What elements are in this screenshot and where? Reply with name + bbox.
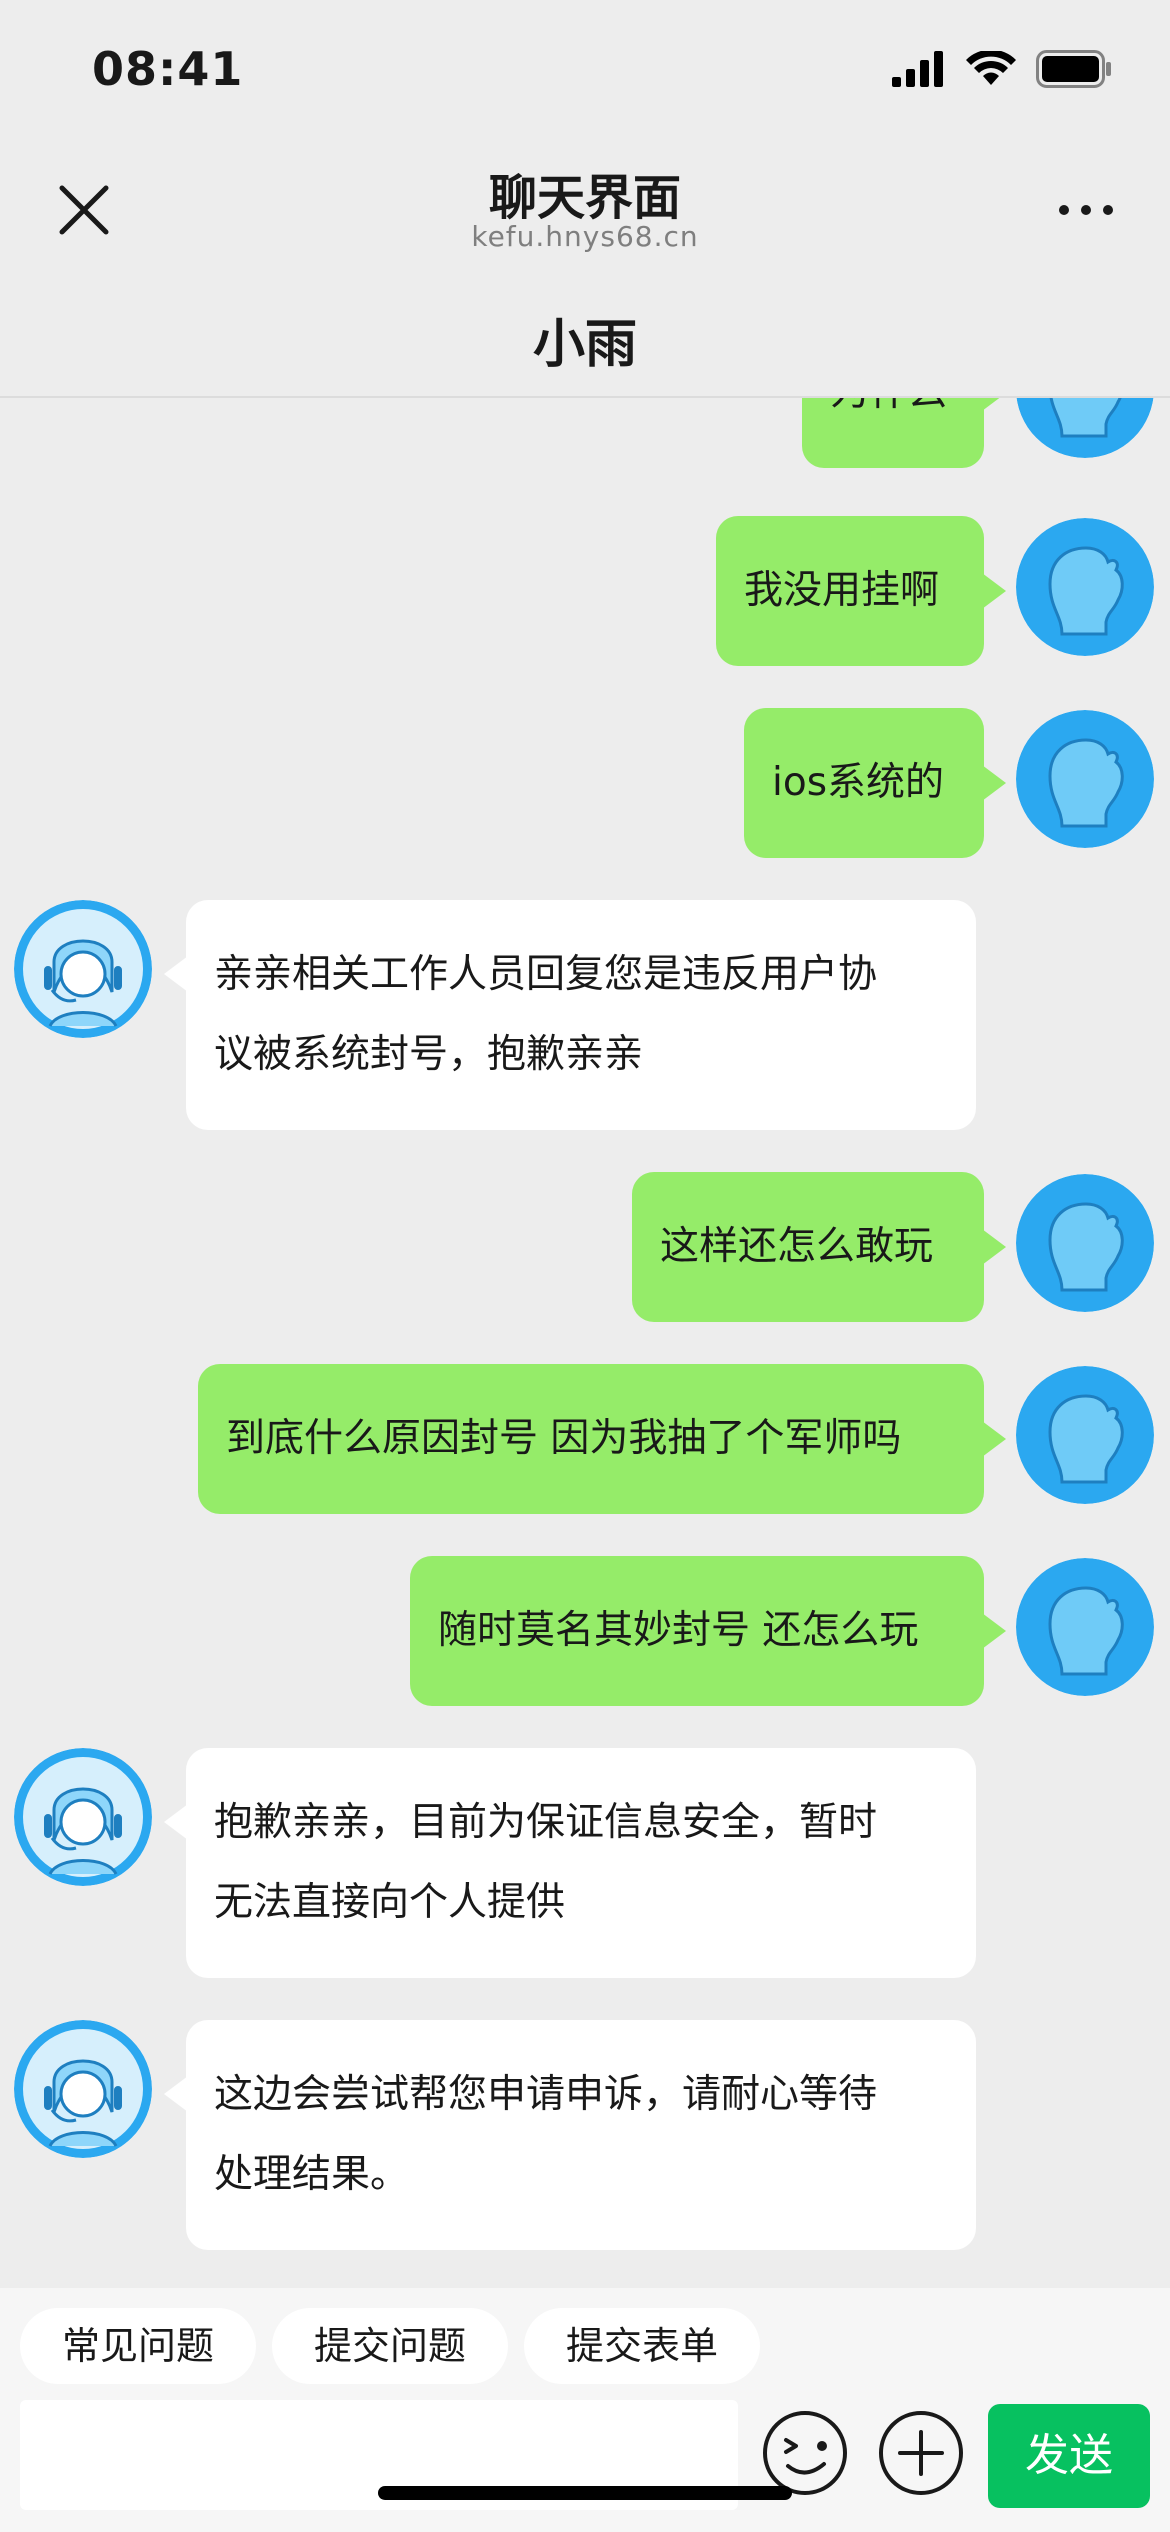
chat-header: 小雨 [0, 270, 1170, 398]
quick-action-submit-form[interactable]: 提交表单 [524, 2308, 761, 2384]
home-indicator [378, 2486, 792, 2500]
wifi-icon [966, 51, 1016, 85]
status-time: 08:41 [92, 42, 244, 96]
more-icon[interactable] [1054, 178, 1118, 242]
signal-icon [892, 51, 943, 87]
message-bubble[interactable]: 这样还怎么敢玩 [632, 1172, 1006, 1322]
chat-messages[interactable]: 为什么 我没用挂啊 ios系统的 亲亲相关工作人员回复您是违反用户协 议被系统封… [0, 398, 1170, 2288]
agent-avatar-icon [14, 900, 152, 1038]
message-bubble[interactable]: ios系统的 [744, 708, 1006, 858]
message-bubble[interactable]: 亲亲相关工作人员回复您是违反用户协 议被系统封号，抱歉亲亲 [164, 900, 976, 1130]
agent-avatar-icon [14, 2020, 152, 2158]
message-user: 为什么 [0, 398, 1170, 468]
message-bubble[interactable]: 我没用挂啊 [716, 516, 1006, 666]
message-bubble[interactable]: 抱歉亲亲，目前为保证信息安全，暂时 无法直接向个人提供 [164, 1748, 976, 1978]
user-avatar-icon [1016, 1558, 1154, 1696]
message-line: 这边会尝试帮您申请申诉，请耐心等待 [214, 2072, 878, 2117]
message-agent: 亲亲相关工作人员回复您是违反用户协 议被系统封号，抱歉亲亲 [0, 900, 1170, 1130]
message-agent: 这边会尝试帮您申请申诉，请耐心等待 处理结果。 [0, 2020, 1170, 2250]
message-user: 这样还怎么敢玩 [0, 1172, 1170, 1322]
send-button[interactable]: 发送 [988, 2404, 1150, 2508]
agent-avatar-icon [14, 1748, 152, 1886]
status-bar: 08:41 [0, 0, 1170, 140]
quick-actions: 常见问题 提交问题 提交表单 [20, 2308, 761, 2384]
message-user: 到底什么原因封号 因为我抽了个军师吗 [0, 1364, 1170, 1514]
message-line: 亲亲相关工作人员回复您是违反用户协 [214, 952, 878, 997]
message-user: 我没用挂啊 [0, 516, 1170, 666]
user-avatar-icon [1016, 518, 1154, 656]
nav-bar: 聊天界面 kefu.hnys68.cn [0, 140, 1170, 270]
message-bubble[interactable]: 随时莫名其妙封号 还怎么玩 [410, 1556, 1006, 1706]
chat-contact-name: 小雨 [532, 315, 637, 375]
user-avatar-icon [1016, 398, 1154, 458]
page-url: kefu.hnys68.cn [471, 220, 699, 253]
user-avatar-icon [1016, 710, 1154, 848]
message-agent: 抱歉亲亲，目前为保证信息安全，暂时 无法直接向个人提供 [0, 1748, 1170, 1978]
status-icons [892, 50, 1112, 88]
emoji-icon[interactable] [760, 2408, 850, 2498]
message-user: ios系统的 [0, 708, 1170, 858]
message-bubble[interactable]: 为什么 [802, 398, 1006, 468]
message-line: 抱歉亲亲，目前为保证信息安全，暂时 [214, 1800, 878, 1845]
page-title: 聊天界面 [488, 170, 681, 226]
message-line: 议被系统封号，抱歉亲亲 [214, 1032, 644, 1077]
battery-icon [1036, 50, 1111, 88]
message-user: 随时莫名其妙封号 还怎么玩 [0, 1556, 1170, 1706]
user-avatar-icon [1016, 1366, 1154, 1504]
quick-action-submit-question[interactable]: 提交问题 [272, 2308, 509, 2384]
message-bubble[interactable]: 这边会尝试帮您申请申诉，请耐心等待 处理结果。 [164, 2020, 976, 2250]
user-avatar-icon [1016, 1174, 1154, 1312]
message-bubble[interactable]: 到底什么原因封号 因为我抽了个军师吗 [198, 1364, 1006, 1514]
quick-action-faq[interactable]: 常见问题 [20, 2308, 257, 2384]
message-line: 无法直接向个人提供 [214, 1880, 566, 1925]
plus-icon[interactable] [876, 2408, 966, 2498]
message-line: 处理结果。 [214, 2152, 410, 2197]
